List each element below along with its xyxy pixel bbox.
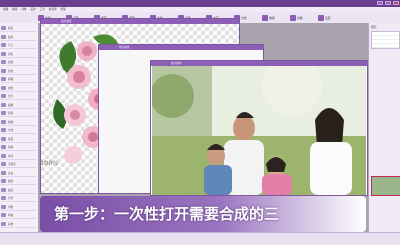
panel-item[interactable]: 涂鸦 (1, 110, 36, 117)
window-title-bar[interactable]: 图片编辑 (41, 19, 239, 24)
tool-icon (1, 153, 6, 158)
photo-window[interactable]: 图片编辑 (150, 60, 368, 196)
caption-text: 第一步：一次性打开需要合成的三 (54, 205, 280, 223)
right-panel: 图层 (368, 23, 400, 232)
panel-item[interactable]: 美白 (1, 170, 36, 177)
tool-icon (1, 213, 6, 217)
panel-item[interactable]: 抠图 (1, 119, 36, 126)
panel-item[interactable]: 锐化 (1, 68, 36, 75)
tool-icon (1, 43, 6, 47)
tool-icon (1, 60, 6, 64)
panel-item[interactable]: 拼图 (1, 144, 36, 151)
panel-item[interactable]: 其他 (1, 221, 36, 228)
status-bar (0, 232, 400, 245)
panel-item[interactable]: 马赛克 (1, 161, 36, 168)
toolbar-button[interactable]: 撤销 (262, 14, 275, 21)
family-photo (152, 66, 366, 195)
tool-icon (1, 145, 6, 149)
tool-icon (1, 196, 6, 200)
tool-icon (290, 14, 296, 21)
tool-icon (1, 111, 6, 115)
layer-row[interactable] (372, 44, 399, 48)
panel-item[interactable]: 批量 (1, 136, 36, 143)
panel-item[interactable]: 背景 (1, 195, 36, 202)
tool-icon (1, 26, 6, 30)
tool-icon (1, 85, 6, 90)
caption-banner: 第一步：一次性打开需要合成的三 (40, 196, 366, 232)
panel-item[interactable]: 滤镜 (1, 59, 36, 66)
window-title-bar[interactable]: 图片编辑 (99, 45, 263, 50)
tool-icon (1, 136, 6, 141)
panel-header: 图层 (371, 25, 377, 29)
tool-icon (1, 94, 6, 98)
panel-item[interactable]: 瘦脸 (1, 178, 36, 185)
tool-icon (318, 14, 324, 21)
tool-icon (1, 204, 6, 209)
toolbar-button[interactable]: 重做 (290, 14, 303, 21)
panel-item[interactable]: 合成 (1, 127, 36, 134)
panel-item[interactable]: 裁剪 (1, 25, 36, 32)
tool-icon (1, 102, 6, 107)
panel-item[interactable]: 尺寸 (1, 42, 36, 49)
panel-item[interactable]: 调色 (1, 51, 36, 58)
left-tool-panel: 裁剪 旋转 尺寸 调色 滤镜 锐化 模糊 边框 文字 贴图 涂鸦 抠图 合成 批… (0, 23, 39, 232)
tool-icon (1, 51, 6, 56)
panel-item[interactable]: 旋转 (1, 34, 36, 41)
panel-item[interactable]: 特效 (1, 212, 36, 219)
maximize-button[interactable] (385, 1, 391, 5)
tool-icon (1, 128, 6, 132)
tool-icon (1, 77, 6, 81)
tool-icon (262, 14, 268, 21)
toolbar-button[interactable]: 设置 (318, 14, 331, 21)
minimize-button[interactable] (377, 1, 383, 5)
tool-icon (1, 179, 6, 183)
panel-item[interactable]: 文字 (1, 93, 36, 100)
tool-icon (1, 187, 6, 192)
layer-list[interactable] (371, 31, 400, 49)
title-bar (0, 0, 400, 7)
tool-icon (1, 68, 6, 73)
panel-item[interactable]: 模糊 (1, 76, 36, 83)
panel-item[interactable]: 水印 (1, 153, 36, 160)
tool-icon (1, 119, 6, 124)
panel-item[interactable]: 调整 (1, 204, 36, 211)
zoom-indicator: 100% (40, 160, 59, 167)
thumbnail-preview[interactable] (371, 176, 400, 196)
tool-icon (1, 34, 6, 39)
panel-item[interactable]: 贴图 (1, 102, 36, 109)
close-button[interactable] (393, 1, 399, 5)
panel-item[interactable]: 祛痘 (1, 187, 36, 194)
tool-icon (1, 221, 6, 226)
tool-icon (1, 170, 6, 175)
tool-icon (1, 162, 6, 166)
panel-item[interactable]: 边框 (1, 85, 36, 92)
